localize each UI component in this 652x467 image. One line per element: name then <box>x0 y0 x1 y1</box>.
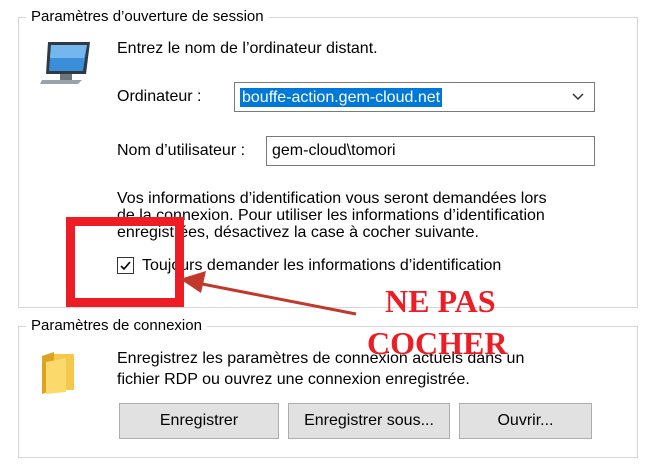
session-settings-title: Paramètres d’ouverture de session <box>26 8 269 25</box>
annotation-arrow-icon <box>180 271 357 316</box>
username-field[interactable]: gem-cloud\tomori <box>266 136 595 166</box>
credentials-info-line: enregistrées, désactivez la case à coche… <box>117 224 479 241</box>
credentials-info-line: Vos informations d’identification vous s… <box>117 190 547 207</box>
computer-value: bouffe-action.gem-cloud.net <box>240 88 443 107</box>
connection-desc-line: fichier RDP ou ouvrez une connexion enre… <box>117 371 470 388</box>
save-button[interactable]: Enregistrer <box>119 403 279 439</box>
session-intro-text: Entrez le nom de l’ordinateur distant. <box>117 40 378 57</box>
computer-combobox[interactable]: bouffe-action.gem-cloud.net <box>234 82 595 112</box>
credentials-info-line: de la connexion. Pour utiliser les infor… <box>117 207 545 224</box>
annotation-text: COCHER <box>367 325 508 361</box>
open-button[interactable]: Ouvrir... <box>459 403 592 439</box>
computer-monitor-icon <box>40 42 90 84</box>
credentials-info-text: Vos informations d’identification vous s… <box>117 190 607 241</box>
annotation-highlight-box <box>66 217 184 307</box>
computer-label: Ordinateur : <box>117 88 202 105</box>
chevron-down-icon[interactable] <box>572 93 584 101</box>
username-label: Nom d’utilisateur : <box>117 142 246 159</box>
save-as-button[interactable]: Enregistrer sous... <box>288 403 450 439</box>
annotation-text: NE PAS <box>385 283 496 319</box>
folder-icon <box>42 352 74 394</box>
